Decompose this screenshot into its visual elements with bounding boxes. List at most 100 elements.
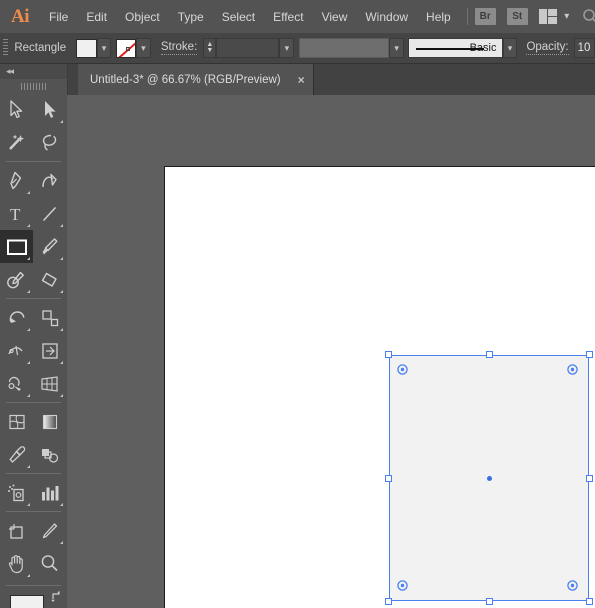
free-transform-tool[interactable] xyxy=(33,334,66,367)
tool-group-draw: T xyxy=(0,164,67,296)
shaper-tool[interactable] xyxy=(0,263,33,296)
tool-flyout-indicator[interactable] xyxy=(60,394,63,397)
center-point[interactable] xyxy=(486,475,492,481)
selection-type-label: Rectangle xyxy=(14,42,67,54)
stepper-down-icon[interactable]: ▼ xyxy=(206,47,213,54)
width-tool[interactable] xyxy=(0,334,33,367)
tool-flyout-indicator[interactable] xyxy=(27,394,30,397)
control-bar: Rectangle ▾ ▾ Stroke: ▲ ▼ ▾ ▾ Basic ▾ Op… xyxy=(0,33,595,64)
tool-flyout-indicator[interactable] xyxy=(60,541,63,544)
control-bar-grip[interactable] xyxy=(0,33,10,63)
canvas-area[interactable] xyxy=(67,95,595,608)
handle-top-left[interactable] xyxy=(385,351,392,358)
slice-tool[interactable] xyxy=(33,514,66,547)
scale-tool[interactable] xyxy=(33,301,66,334)
hand-tool[interactable] xyxy=(0,547,33,580)
corner-radius-widget-top-left[interactable] xyxy=(397,364,408,375)
tool-flyout-indicator[interactable] xyxy=(60,503,63,506)
tool-flyout-indicator[interactable] xyxy=(60,224,63,227)
blend-tool[interactable] xyxy=(33,438,66,471)
magic-wand-tool[interactable] xyxy=(0,126,33,159)
eyedropper-tool[interactable] xyxy=(0,438,33,471)
toolbar-fill-swatch[interactable] xyxy=(10,595,44,608)
menu-item-effect[interactable]: Effect xyxy=(264,0,312,33)
curvature-tool[interactable] xyxy=(33,164,66,197)
menu-item-view[interactable]: View xyxy=(313,0,357,33)
menu-item-help[interactable]: Help xyxy=(417,0,460,33)
eraser-tool[interactable] xyxy=(33,263,66,296)
stock-button[interactable]: St xyxy=(506,8,528,25)
zoom-tool[interactable] xyxy=(33,547,66,580)
rectangle-tool[interactable] xyxy=(0,230,33,263)
stroke-swatch[interactable] xyxy=(115,38,136,58)
tool-flyout-indicator[interactable] xyxy=(60,290,63,293)
tool-flyout-indicator[interactable] xyxy=(27,224,30,227)
toolbar-collapse-button[interactable]: ◂◂ xyxy=(0,64,67,79)
tool-flyout-indicator[interactable] xyxy=(27,574,30,577)
handle-top-right[interactable] xyxy=(586,351,593,358)
stroke-profile-field[interactable] xyxy=(298,38,390,58)
tool-flyout-indicator[interactable] xyxy=(27,290,30,293)
handle-bottom-right[interactable] xyxy=(586,598,593,605)
selection-tool[interactable] xyxy=(0,93,33,126)
corner-radius-widget-bottom-left[interactable] xyxy=(397,580,408,591)
artboard-tool[interactable] xyxy=(0,514,33,547)
menu-item-select[interactable]: Select xyxy=(213,0,264,33)
stroke-dropdown-chevron-down-icon[interactable]: ▾ xyxy=(135,38,151,58)
stroke-profile-chevron-down-icon[interactable]: ▾ xyxy=(389,38,405,58)
rotate-tool[interactable] xyxy=(0,301,33,334)
tool-flyout-indicator[interactable] xyxy=(60,257,63,260)
corner-radius-widget-top-right[interactable] xyxy=(567,364,578,375)
handle-top-center[interactable] xyxy=(485,351,493,358)
tool-flyout-indicator[interactable] xyxy=(27,191,30,194)
menu-item-window[interactable]: Window xyxy=(356,0,417,33)
corner-radius-widget-bottom-right[interactable] xyxy=(567,580,578,591)
tool-flyout-indicator[interactable] xyxy=(60,120,63,123)
tool-flyout-indicator[interactable] xyxy=(60,361,63,364)
opacity-input[interactable]: 10 xyxy=(573,38,595,58)
tool-flyout-indicator[interactable] xyxy=(27,257,30,260)
tool-flyout-indicator[interactable] xyxy=(27,328,30,331)
line-segment-tool[interactable] xyxy=(33,197,66,230)
direct-selection-tool[interactable] xyxy=(33,93,66,126)
stroke-weight-input[interactable] xyxy=(216,38,280,58)
toolbar-grip[interactable] xyxy=(0,79,67,93)
lasso-tool[interactable] xyxy=(33,126,66,159)
symbol-sprayer-tool[interactable] xyxy=(0,476,33,509)
type-tool[interactable]: T xyxy=(0,197,33,230)
handle-bottom-left[interactable] xyxy=(385,598,392,605)
bridge-button[interactable]: Br xyxy=(474,8,496,25)
mesh-tool[interactable] xyxy=(0,405,33,438)
selected-rectangle[interactable] xyxy=(385,351,593,605)
tool-flyout-indicator[interactable] xyxy=(27,465,30,468)
close-icon[interactable]: × xyxy=(298,73,305,87)
swap-fill-stroke-icon[interactable] xyxy=(50,590,63,603)
menu-item-type[interactable]: Type xyxy=(169,0,213,33)
menu-item-edit[interactable]: Edit xyxy=(77,0,116,33)
fill-dropdown-chevron-down-icon[interactable]: ▾ xyxy=(96,38,112,58)
handle-middle-left[interactable] xyxy=(385,474,392,482)
stroke-weight-chevron-down-icon[interactable]: ▾ xyxy=(279,38,295,58)
artboard[interactable] xyxy=(164,166,595,608)
pen-tool[interactable] xyxy=(0,164,33,197)
handle-bottom-center[interactable] xyxy=(485,598,493,605)
brush-definition-field[interactable]: Basic xyxy=(408,38,503,58)
tool-flyout-indicator[interactable] xyxy=(27,503,30,506)
document-tab[interactable]: Untitled-3* @ 66.67% (RGB/Preview) × xyxy=(78,64,314,95)
gradient-tool[interactable] xyxy=(33,405,66,438)
column-graph-tool[interactable] xyxy=(33,476,66,509)
menu-item-object[interactable]: Object xyxy=(116,0,169,33)
shape-builder-tool[interactable] xyxy=(0,367,33,400)
brush-chevron-down-icon[interactable]: ▾ xyxy=(502,38,518,58)
stroke-weight-stepper[interactable]: ▲ ▼ xyxy=(203,38,217,58)
workspace-switcher-icon[interactable] xyxy=(538,9,558,24)
tool-flyout-indicator[interactable] xyxy=(27,361,30,364)
handle-middle-right[interactable] xyxy=(586,474,593,482)
paintbrush-tool[interactable] xyxy=(33,230,66,263)
menu-item-file[interactable]: File xyxy=(40,0,77,33)
chevron-down-icon[interactable]: ▾ xyxy=(564,11,569,22)
perspective-grid-tool[interactable] xyxy=(33,367,66,400)
fill-swatch[interactable] xyxy=(76,38,97,58)
tool-flyout-indicator[interactable] xyxy=(60,328,63,331)
search-icon[interactable] xyxy=(582,8,595,25)
